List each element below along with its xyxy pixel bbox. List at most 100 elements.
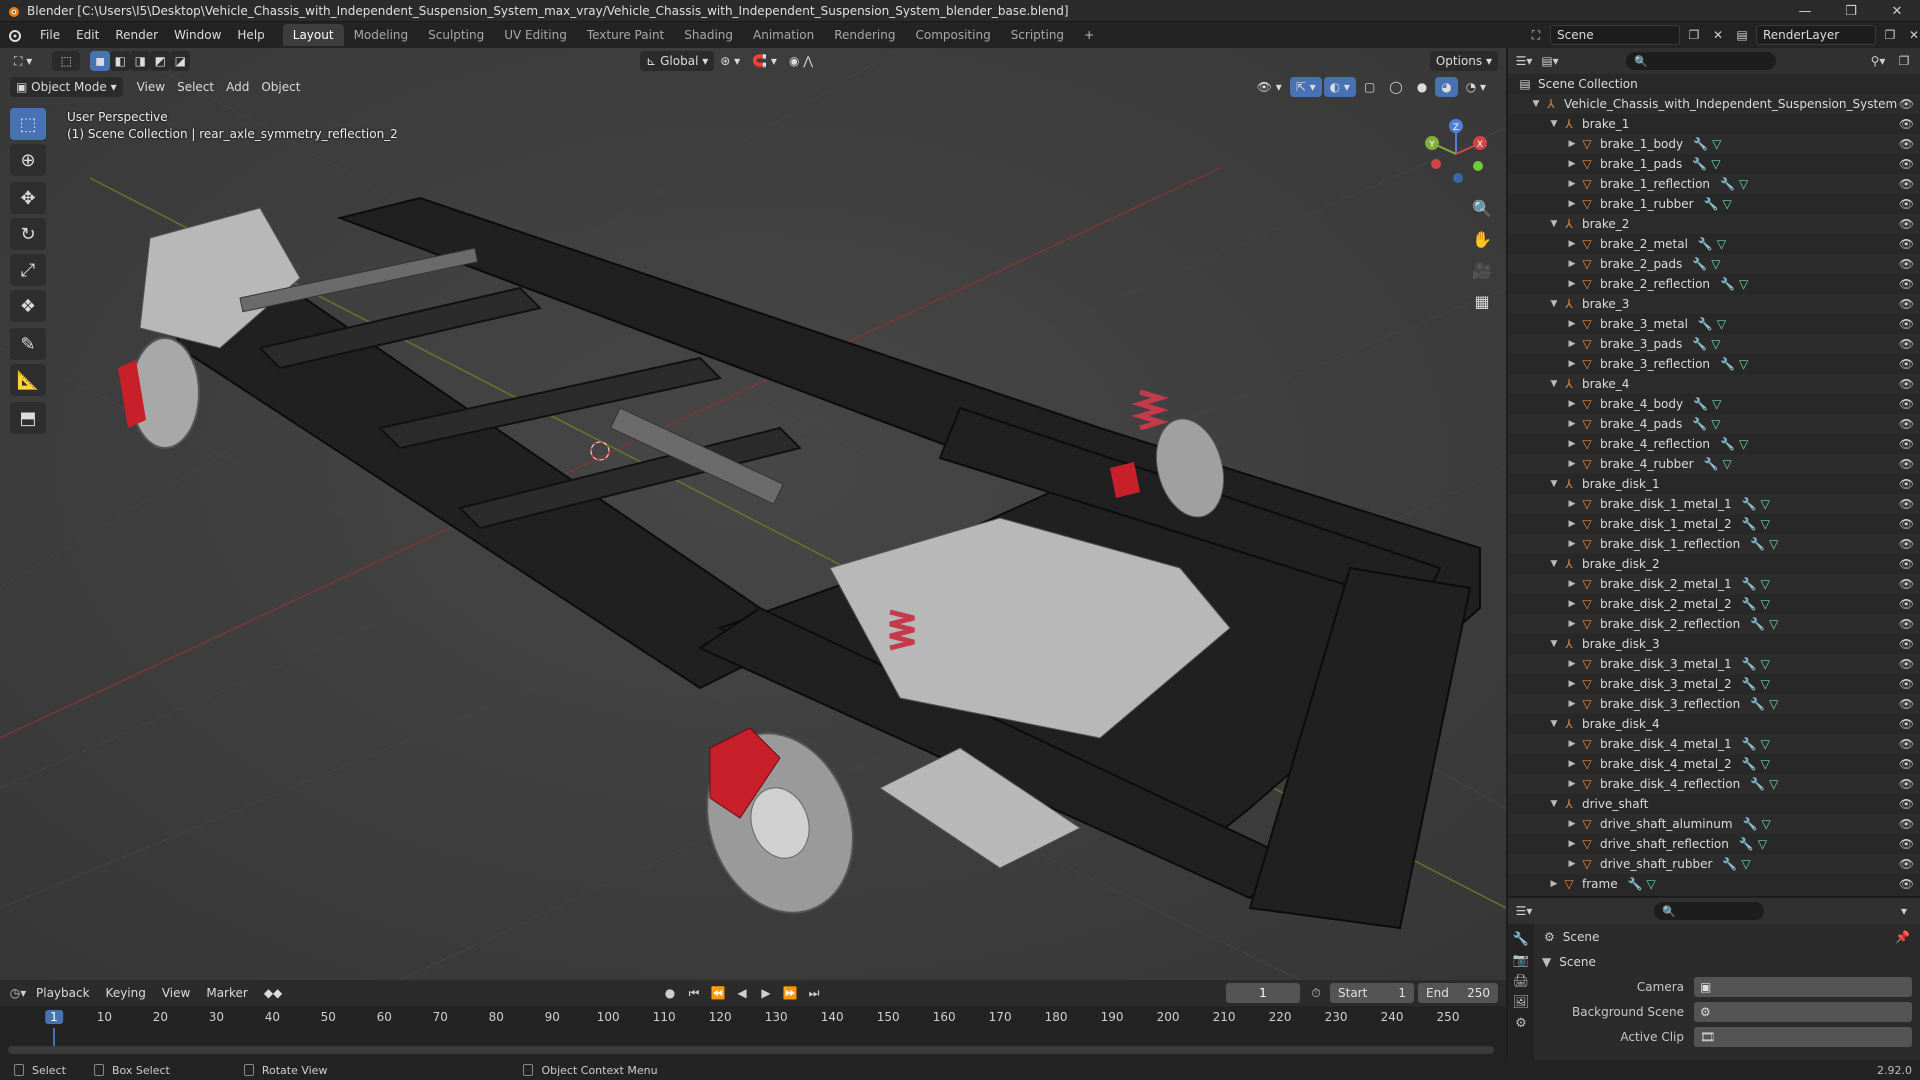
modifier-data-icon[interactable]: 🔧 ▽ <box>1628 877 1656 891</box>
modifier-data-icon[interactable]: 🔧 ▽ <box>1693 137 1721 151</box>
outliner-root-row[interactable]: ▤ Scene Collection <box>1508 74 1920 94</box>
select-tool-icon[interactable]: ⬚ <box>52 51 81 71</box>
modifier-data-icon[interactable]: 🔧 ▽ <box>1692 157 1720 171</box>
prev-keyframe-icon[interactable]: ⏪ <box>708 983 728 1003</box>
modifier-data-icon[interactable]: 🔧 ▽ <box>1720 357 1748 371</box>
modifier-data-icon[interactable]: 🔧 ▽ <box>1742 577 1770 591</box>
outliner-row[interactable]: ▶ ▽ brake_1_reflection 🔧 ▽ 👁 <box>1508 174 1920 194</box>
modifier-data-icon[interactable]: 🔧 ▽ <box>1693 397 1721 411</box>
visibility-eye-icon[interactable]: 👁 <box>1899 877 1914 891</box>
outliner-row[interactable]: ▶ ▽ brake_2_pads 🔧 ▽ 👁 <box>1508 254 1920 274</box>
visibility-eye-icon[interactable]: 👁 <box>1899 817 1914 831</box>
expand-arrow-icon[interactable]: ▼ <box>1548 379 1560 389</box>
visibility-eye-icon[interactable]: 👁 <box>1899 637 1914 651</box>
visibility-eye-icon[interactable]: 👁 <box>1899 357 1914 371</box>
visibility-eye-icon[interactable]: 👁 <box>1899 397 1914 411</box>
expand-arrow-icon[interactable]: ▶ <box>1566 279 1578 289</box>
visibility-eye-icon[interactable]: 👁 <box>1899 137 1914 151</box>
scene-field[interactable]: Scene <box>1550 25 1680 45</box>
pivot-point-icon[interactable]: ⊛ ▾ <box>714 51 746 71</box>
expand-arrow-icon[interactable]: ▶ <box>1566 759 1578 769</box>
timeline-ruler[interactable]: 1 10 20 30 40 50 60 70 80 90 100 110 120 130 140 150 160… <box>0 1006 1506 1028</box>
modifier-data-icon[interactable]: 🔧 ▽ <box>1750 617 1778 631</box>
modifier-data-icon[interactable]: 🔧 ▽ <box>1692 257 1720 271</box>
menu-playback[interactable]: Playback <box>28 986 98 1000</box>
new-layer-icon[interactable]: ❐ <box>1880 25 1900 45</box>
transform-tool-icon[interactable]: ❖ <box>10 290 46 322</box>
scale-tool-icon[interactable]: ⤢ <box>10 254 46 286</box>
outliner-row[interactable]: ▶ ▽ brake_1_body 🔧 ▽ 👁 <box>1508 134 1920 154</box>
visibility-eye-icon[interactable]: 👁 <box>1899 757 1914 771</box>
delete-scene-icon[interactable]: ✕ <box>1708 25 1728 45</box>
visibility-eye-icon[interactable]: 👁 <box>1899 477 1914 491</box>
expand-arrow-icon[interactable]: ▶ <box>1566 679 1578 689</box>
visibility-eye-icon[interactable]: 👁 <box>1899 777 1914 791</box>
tab-modeling[interactable]: Modeling <box>344 24 419 46</box>
shading-material-icon[interactable]: ◕ <box>1435 77 1458 97</box>
outliner-row[interactable]: ▶ ▽ brake_disk_4_metal_1 🔧 ▽ 👁 <box>1508 734 1920 754</box>
visibility-eye-icon[interactable]: 👁 <box>1899 317 1914 331</box>
menu-keying[interactable]: Keying <box>98 986 154 1000</box>
expand-arrow-icon[interactable]: ▶ <box>1566 319 1578 329</box>
outliner-row[interactable]: ▶ ▽ brake_4_body 🔧 ▽ 👁 <box>1508 394 1920 414</box>
modifier-data-icon[interactable]: 🔧 ▽ <box>1704 457 1732 471</box>
modifier-data-icon[interactable]: 🔧 ▽ <box>1720 437 1748 451</box>
select-mode-intersect-icon[interactable]: ◪ <box>170 51 191 71</box>
expand-arrow-icon[interactable]: ▶ <box>1566 699 1578 709</box>
background-scene-field[interactable]: ⚙ <box>1694 1001 1912 1022</box>
select-mode-subtract-icon[interactable]: ◨ <box>130 51 151 71</box>
visibility-eye-icon[interactable]: 👁 <box>1899 697 1914 711</box>
tool-tab-icon[interactable]: 🔧 <box>1513 932 1529 947</box>
end-frame-field[interactable]: End 250 <box>1418 983 1498 1003</box>
outliner-row[interactable]: ▶ ▽ brake_4_rubber 🔧 ▽ 👁 <box>1508 454 1920 474</box>
expand-arrow-icon[interactable]: ▶ <box>1566 839 1578 849</box>
visibility-eye-icon[interactable]: 👁 <box>1899 177 1914 191</box>
expand-arrow-icon[interactable]: ▶ <box>1566 859 1578 869</box>
modifier-data-icon[interactable]: 🔧 ▽ <box>1742 497 1770 511</box>
active-clip-field[interactable]: 🎞 <box>1694 1026 1912 1047</box>
modifier-data-icon[interactable]: 🔧 ▽ <box>1698 317 1726 331</box>
menu-select[interactable]: Select <box>171 77 220 97</box>
minimize-button[interactable]: — <box>1782 0 1828 22</box>
view-layer-tab-icon[interactable]: 🖼 <box>1513 995 1530 1010</box>
expand-arrow-icon[interactable]: ▼ <box>1530 99 1542 109</box>
snap-icon[interactable]: 🧲 ▾ <box>746 51 783 71</box>
visibility-eye-icon[interactable]: 👁 <box>1899 617 1914 631</box>
menu-render[interactable]: Render <box>107 28 166 42</box>
visibility-eye-icon[interactable]: 👁 <box>1899 217 1914 231</box>
expand-arrow-icon[interactable]: ▼ <box>1548 479 1560 489</box>
outliner-row[interactable]: ▶ ▽ brake_1_pads 🔧 ▽ 👁 <box>1508 154 1920 174</box>
outliner-row[interactable]: ▼ ⅄ brake_4 👁 <box>1508 374 1920 394</box>
proportional-edit-icon[interactable]: ◉ ⋀ <box>783 51 819 71</box>
expand-arrow-icon[interactable]: ▶ <box>1566 599 1578 609</box>
outliner-row[interactable]: ▶ ▽ brake_disk_3_reflection 🔧 ▽ 👁 <box>1508 694 1920 714</box>
properties-options-icon[interactable]: ▾ <box>1894 901 1914 921</box>
expand-arrow-icon[interactable]: ▶ <box>1566 419 1578 429</box>
current-frame-field[interactable]: 1 <box>1226 983 1300 1003</box>
expand-arrow-icon[interactable]: ▶ <box>1548 879 1560 889</box>
expand-arrow-icon[interactable]: ▼ <box>1548 719 1560 729</box>
visibility-eye-icon[interactable]: 👁 <box>1899 737 1914 751</box>
menu-help[interactable]: Help <box>229 28 272 42</box>
modifier-data-icon[interactable]: 🔧 ▽ <box>1692 337 1720 351</box>
outliner-row[interactable]: ▶ ▽ brake_disk_2_reflection 🔧 ▽ 👁 <box>1508 614 1920 634</box>
record-icon[interactable]: ● <box>660 983 680 1003</box>
outliner-row[interactable]: ▶ ▽ brake_4_pads 🔧 ▽ 👁 <box>1508 414 1920 434</box>
shading-wireframe-icon[interactable]: ◯ <box>1383 77 1408 97</box>
outliner-row[interactable]: ▶ ▽ frame 🔧 ▽ 👁 <box>1508 874 1920 894</box>
modifier-data-icon[interactable]: 🔧 ▽ <box>1720 177 1748 191</box>
view-layer-icon[interactable]: ▤ <box>1732 25 1752 45</box>
cursor-tool-icon[interactable]: ⊕ <box>10 144 46 176</box>
expand-arrow-icon[interactable]: ▶ <box>1566 619 1578 629</box>
visibility-eye-icon[interactable]: 👁 <box>1899 337 1914 351</box>
menu-edit[interactable]: Edit <box>68 28 107 42</box>
select-box-tool-icon[interactable]: ⬚ <box>10 108 46 140</box>
render-layer-field[interactable]: RenderLayer <box>1756 25 1876 45</box>
outliner-row[interactable]: ▶ ▽ brake_disk_2_metal_2 🔧 ▽ 👁 <box>1508 594 1920 614</box>
outliner-row[interactable]: ▶ ▽ brake_3_metal 🔧 ▽ 👁 <box>1508 314 1920 334</box>
expand-arrow-icon[interactable]: ▶ <box>1566 819 1578 829</box>
annotate-tool-icon[interactable]: ✎ <box>10 328 46 360</box>
expand-arrow-icon[interactable]: ▶ <box>1566 459 1578 469</box>
outliner-row[interactable]: ▶ ▽ drive_shaft_aluminum 🔧 ▽ 👁 <box>1508 814 1920 834</box>
tab-sculpting[interactable]: Sculpting <box>418 24 494 46</box>
